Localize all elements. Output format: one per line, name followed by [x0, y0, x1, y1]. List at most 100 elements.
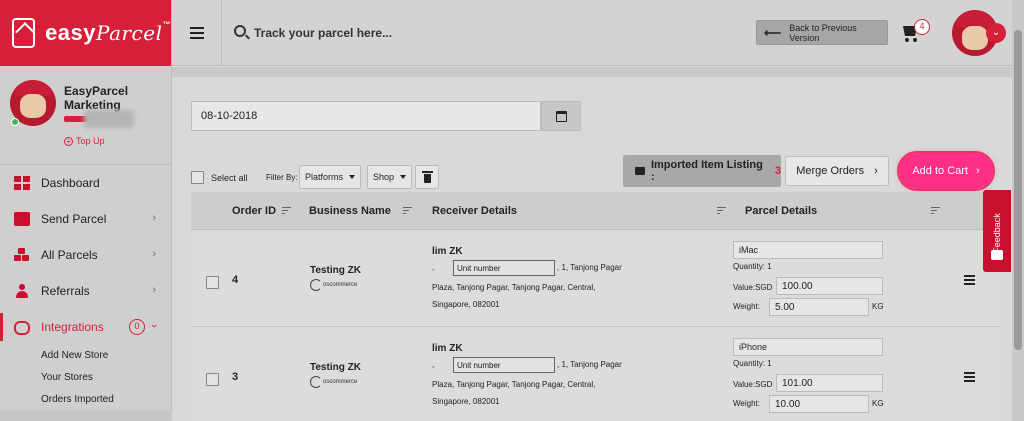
cart-wheel-icon	[905, 38, 909, 42]
address-line1: , 1, Tanjong Pagar	[557, 360, 622, 369]
sort-icon[interactable]	[931, 207, 940, 216]
listing-toolbar: Select all Filter By: Platforms Shop Imp…	[191, 151, 1001, 191]
imported-count: 3	[774, 165, 781, 177]
weight-input[interactable]	[769, 395, 869, 413]
main-content: Select all Filter By: Platforms Shop Imp…	[172, 67, 1012, 421]
shop-dropdown-label: Shop	[373, 172, 395, 182]
profile-card: EasyParcel Marketing + Top Up	[10, 78, 162, 154]
weight-unit: KG	[872, 399, 884, 408]
back-to-previous-version-button[interactable]: ⟵ Back to Previous Version	[756, 20, 888, 45]
row-checkbox[interactable]	[206, 373, 219, 386]
online-status-icon	[11, 118, 19, 126]
merge-orders-button[interactable]: Merge Orders ›	[785, 156, 889, 186]
weight-label: Weight:	[733, 302, 760, 311]
sidebar-item-label: Send Parcel	[41, 212, 107, 226]
delete-button[interactable]	[415, 165, 439, 189]
sort-icon[interactable]	[403, 207, 412, 216]
select-all-checkbox[interactable]	[191, 171, 204, 184]
logo[interactable]: easyParcel™	[0, 0, 171, 66]
logo-tm: ™	[162, 20, 171, 29]
sidebar-item-label: All Parcels	[41, 248, 98, 262]
page-scrollbar[interactable]	[1012, 0, 1024, 421]
shop-dropdown[interactable]: Shop	[367, 165, 413, 189]
row-checkbox[interactable]	[206, 276, 219, 289]
item-name-input[interactable]	[733, 241, 883, 259]
unit-number-input[interactable]	[453, 260, 555, 276]
user-menu-chevron-down-icon[interactable]: ⌄	[986, 23, 1006, 43]
merge-orders-label: Merge Orders	[796, 165, 865, 177]
value-label: Value:SGD	[733, 283, 773, 292]
value-label: Value:SGD	[733, 380, 773, 389]
sidebar-item-referrals[interactable]: Referrals ›	[0, 273, 172, 309]
cart-button[interactable]: 4	[903, 19, 933, 45]
logo-box-icon	[12, 18, 36, 48]
filter-by-label: Filter By:	[266, 173, 298, 182]
row-menu-icon[interactable]	[964, 372, 975, 384]
balance-amount-redacted	[84, 110, 134, 128]
page: easyParcel™ EasyParcel Marketing + Top U…	[0, 0, 1024, 421]
column-header-business-name[interactable]: Business Name	[309, 205, 391, 217]
item-name-input[interactable]	[733, 338, 883, 356]
receiver-name: lim ZK	[432, 343, 463, 354]
track-parcel-input[interactable]	[254, 22, 554, 44]
sort-icon[interactable]	[717, 207, 726, 216]
sidebar-subitem-orders-imported[interactable]: Orders Imported	[0, 389, 172, 411]
unit-number-input[interactable]	[453, 357, 555, 373]
column-header-order-id[interactable]: Order ID	[232, 205, 276, 217]
avatar-face	[20, 94, 46, 118]
address-line1: , 1, Tanjong Pagar	[557, 263, 622, 272]
sidebar-footer	[0, 410, 172, 421]
oscommerce-logo: oscommerce	[310, 279, 357, 291]
hamburger-menu-icon[interactable]	[190, 27, 204, 42]
imported-label: Imported Item Listing :	[650, 159, 763, 183]
sidebar-item-all-parcels[interactable]: All Parcels ›	[0, 237, 172, 273]
row-menu-icon[interactable]	[964, 275, 975, 287]
add-to-cart-button[interactable]: Add to Cart ›	[899, 153, 993, 189]
weight-input[interactable]	[769, 298, 869, 316]
sidebar-item-send-parcel[interactable]: Send Parcel ›	[0, 201, 172, 237]
order-id: 3	[232, 371, 239, 383]
platform-name: oscommerce	[323, 379, 358, 385]
back-button-label: Back to Previous Version	[789, 22, 857, 43]
table-row: 4 Testing ZK oscommerce lim ZK , , 1, Ta…	[191, 231, 1001, 327]
value-input[interactable]	[776, 277, 883, 295]
business-name: Testing ZK	[310, 362, 361, 373]
select-all-control[interactable]: Select all	[191, 171, 248, 184]
top-up-link[interactable]: + Top Up	[64, 136, 105, 146]
chevron-right-icon: ›	[152, 248, 156, 260]
avatar-face	[962, 26, 988, 50]
receiver-address: Plaza, Tanjong Pagar, Tanjong Pagar, Cen…	[432, 283, 596, 309]
sidebar-item-dashboard[interactable]: Dashboard	[0, 165, 172, 201]
date-field[interactable]	[191, 101, 541, 131]
sidebar-nav: Dashboard Send Parcel › All Parcels › Re…	[0, 164, 172, 411]
top-up-label: Top Up	[76, 136, 105, 146]
sidebar-subitem-your-stores[interactable]: Your Stores	[0, 367, 172, 389]
sidebar-item-integrations[interactable]: Integrations 0 ›	[0, 309, 172, 345]
feedback-icon	[991, 250, 1003, 260]
column-header-parcel-details[interactable]: Parcel Details	[745, 205, 817, 217]
oscommerce-icon	[310, 376, 322, 388]
trash-lid-icon	[422, 171, 433, 173]
chevron-right-icon: ›	[874, 165, 878, 177]
header-divider	[221, 0, 222, 66]
feedback-tab[interactable]: Feedback	[983, 190, 1011, 272]
order-id: 4	[232, 274, 239, 286]
plus-circle-icon: +	[64, 136, 73, 146]
sidebar-item-label: Integrations	[41, 320, 104, 334]
link-icon	[14, 321, 30, 335]
sort-icon[interactable]	[282, 207, 291, 216]
imported-item-listing-button[interactable]: Imported Item Listing : 3	[623, 155, 781, 187]
platforms-dropdown[interactable]: Platforms	[299, 165, 362, 189]
platforms-dropdown-label: Platforms	[305, 172, 344, 182]
sidebar: easyParcel™ EasyParcel Marketing + Top U…	[0, 0, 172, 421]
calendar-button[interactable]	[541, 101, 581, 131]
receiver-name: lim ZK	[432, 246, 463, 257]
value-input[interactable]	[776, 374, 883, 392]
table-header: Order ID Business Name Receiver Details …	[191, 192, 1001, 230]
scrollbar-thumb[interactable]	[1014, 30, 1022, 350]
cart-count-badge: 4	[914, 19, 930, 35]
sidebar-subitem-add-new-store[interactable]: Add New Store	[0, 345, 172, 367]
column-header-receiver-details[interactable]: Receiver Details	[432, 205, 517, 217]
receiver-address: Plaza, Tanjong Pagar, Tanjong Pagar, Cen…	[432, 380, 596, 406]
oscommerce-icon	[310, 279, 322, 291]
